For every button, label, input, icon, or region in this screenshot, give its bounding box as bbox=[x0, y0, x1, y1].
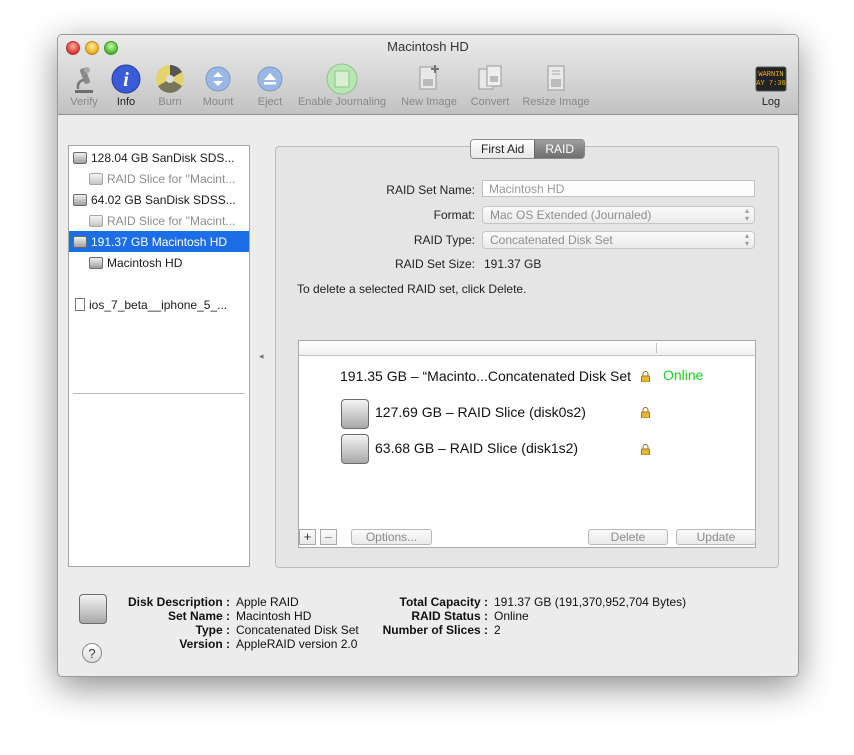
disk-icon bbox=[89, 214, 103, 227]
convert-button[interactable]: Convert bbox=[466, 63, 514, 108]
sidebar-item-raid-slice-2[interactable]: RAID Slice for "Macint... bbox=[69, 210, 249, 231]
disk-icon bbox=[89, 172, 103, 185]
disk-icon bbox=[89, 256, 103, 269]
raid-set-size-label: RAID Set Size: bbox=[394, 257, 475, 271]
number-of-slices-label: Number of Slices : bbox=[382, 623, 488, 637]
burn-icon bbox=[156, 65, 184, 93]
updown-arrows-icon: ▴ ▾ bbox=[744, 206, 749, 223]
toolbar: Macintosh HD Verify i Info Burn Mount Ej… bbox=[58, 35, 798, 115]
add-button[interactable]: + bbox=[299, 529, 316, 545]
log-button[interactable]: WARNIN AY 7:36 Log bbox=[754, 63, 788, 108]
set-name-label: Set Name : bbox=[167, 609, 230, 623]
lock-icon bbox=[641, 444, 650, 455]
new-image-button[interactable]: New Image bbox=[398, 63, 460, 108]
eject-icon bbox=[257, 66, 283, 92]
disk-description-value: Apple RAID bbox=[236, 595, 299, 609]
raid-members-list[interactable]: 191.35 GB – “Macinto...Concatenated Disk… bbox=[298, 340, 756, 548]
enable-journaling-button[interactable]: Enable Journaling bbox=[294, 63, 390, 108]
resize-image-button[interactable]: Resize Image bbox=[520, 63, 592, 108]
sidebar-divider bbox=[73, 393, 245, 394]
disk-icon bbox=[73, 235, 87, 248]
delete-hint: To delete a selected RAID set, click Del… bbox=[297, 282, 527, 296]
eject-button[interactable]: Eject bbox=[250, 63, 290, 108]
resize-image-icon bbox=[547, 65, 565, 91]
split-view-handle[interactable]: ◂ bbox=[259, 351, 265, 361]
type-value: Concatenated Disk Set bbox=[236, 623, 359, 637]
raid-status-value: Online bbox=[494, 609, 529, 623]
mount-icon bbox=[205, 66, 231, 92]
sidebar-item-image[interactable]: ios_7_beta__iphone_5_... bbox=[69, 294, 249, 315]
hard-disk-icon bbox=[341, 399, 369, 429]
sidebar-item-raid-set[interactable]: 191.37 GB Macintosh HD bbox=[69, 231, 249, 252]
version-label: Version : bbox=[179, 637, 230, 651]
format-label: Format: bbox=[433, 208, 475, 222]
raid-set-size-value: 191.37 GB bbox=[484, 257, 542, 271]
format-popup[interactable]: Mac OS Extended (Journaled) ▴ ▾ bbox=[482, 206, 755, 224]
raid-set-row[interactable]: 191.35 GB – “Macinto...Concatenated Disk… bbox=[340, 368, 631, 384]
svg-text:AY 7:36: AY 7:36 bbox=[756, 80, 785, 88]
raid-set-name-label: RAID Set Name: bbox=[386, 183, 475, 197]
total-capacity-value: 191.37 GB (191,370,952,704 Bytes) bbox=[494, 595, 687, 609]
tab-bar: First Aid RAID bbox=[470, 139, 586, 159]
svg-text:i: i bbox=[123, 69, 129, 91]
list-header bbox=[299, 341, 755, 356]
type-label: Type : bbox=[195, 623, 230, 637]
remove-button[interactable]: – bbox=[320, 529, 337, 545]
sidebar-item-disk-64[interactable]: 64.02 GB SanDisk SDSS... bbox=[69, 189, 249, 210]
disk-icon bbox=[73, 193, 87, 206]
microscope-icon bbox=[75, 67, 93, 93]
lock-icon bbox=[641, 407, 650, 418]
updown-arrows-icon: ▴ ▾ bbox=[744, 231, 749, 248]
number-of-slices-value: 2 bbox=[494, 623, 501, 637]
raid-slice-row[interactable]: 63.68 GB – RAID Slice (disk1s2) bbox=[375, 440, 578, 456]
window-title: Macintosh HD bbox=[387, 39, 469, 54]
disk-description-label: Disk Description : bbox=[127, 595, 230, 609]
raid-type-popup[interactable]: Concatenated Disk Set ▴ ▾ bbox=[482, 231, 755, 249]
options-button[interactable]: Options... bbox=[351, 529, 432, 545]
convert-icon bbox=[478, 65, 502, 90]
sidebar-item-disk-128[interactable]: 128.04 GB SanDisk SDS... bbox=[69, 147, 249, 168]
burn-button[interactable]: Burn bbox=[150, 63, 190, 108]
info-button[interactable]: i Info bbox=[108, 63, 144, 108]
raid-type-label: RAID Type: bbox=[413, 233, 475, 247]
journaling-icon bbox=[326, 63, 358, 95]
tab-first-aid[interactable]: First Aid bbox=[471, 140, 535, 158]
info-icon: i bbox=[111, 64, 141, 94]
new-image-icon bbox=[419, 65, 439, 90]
total-capacity-label: Total Capacity : bbox=[399, 595, 488, 609]
disk-list-sidebar: 128.04 GB SanDisk SDS... RAID Slice for … bbox=[68, 145, 250, 567]
disk-icon bbox=[73, 151, 87, 164]
verify-button[interactable]: Verify bbox=[64, 63, 104, 108]
disk-utility-window: Macintosh HD Verify i Info Burn Mount Ej… bbox=[57, 34, 799, 677]
tab-raid[interactable]: RAID bbox=[534, 140, 585, 158]
raid-status-online: Online bbox=[663, 367, 704, 383]
svg-text:WARNIN: WARNIN bbox=[758, 71, 783, 79]
raid-set-name-field[interactable]: Macintosh HD bbox=[482, 180, 755, 197]
help-button[interactable]: ? bbox=[82, 643, 102, 663]
raid-status-label: RAID Status : bbox=[411, 609, 488, 623]
hard-disk-icon bbox=[341, 434, 369, 464]
sidebar-item-raid-slice-1[interactable]: RAID Slice for "Macint... bbox=[69, 168, 249, 189]
version-value: AppleRAID version 2.0 bbox=[236, 637, 358, 651]
lock-icon bbox=[641, 371, 650, 382]
sidebar-item-volume[interactable]: Macintosh HD bbox=[69, 252, 249, 273]
delete-button[interactable]: Delete bbox=[588, 529, 668, 545]
raid-slice-row[interactable]: 127.69 GB – RAID Slice (disk0s2) bbox=[375, 404, 586, 420]
file-icon bbox=[75, 298, 85, 311]
mount-button[interactable]: Mount bbox=[198, 63, 238, 108]
log-icon: WARNIN AY 7:36 bbox=[755, 66, 787, 92]
set-name-value: Macintosh HD bbox=[236, 609, 312, 623]
update-button[interactable]: Update bbox=[676, 529, 756, 545]
